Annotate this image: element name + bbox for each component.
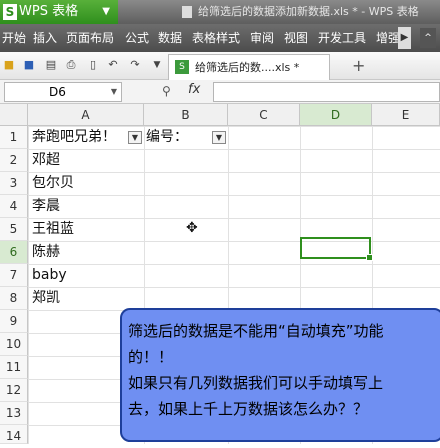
window-title: 给筛选后的数据添加新数据.xls * - WPS 表格 — [182, 0, 419, 24]
row-header[interactable]: 10 — [0, 333, 28, 356]
menu-scroll-right-icon[interactable]: ▶ — [398, 27, 411, 49]
cell-a6[interactable]: 陈赫 — [32, 241, 60, 264]
name-box-value: D6 — [49, 85, 66, 99]
document-icon — [182, 6, 192, 18]
row-header[interactable]: 9 — [0, 310, 28, 333]
menu-item-insert[interactable]: 插入 — [33, 24, 57, 52]
menu-item-enhance[interactable]: 增强 — [376, 24, 400, 52]
cell-a4[interactable]: 李晨 — [32, 195, 60, 218]
row-header[interactable]: 14 — [0, 425, 28, 444]
callout-line: 去，如果上千上万数据该怎么办？？ — [128, 400, 369, 418]
menu-item-formulas[interactable]: 公式 — [125, 24, 149, 52]
wps-logo-icon: S — [3, 4, 17, 20]
callout-line: 的！！ — [128, 348, 174, 366]
row-header[interactable]: 1 — [0, 126, 28, 149]
cell-a5[interactable]: 王祖蓝 — [32, 218, 74, 241]
cell-a1[interactable]: 奔跑吧兄弟！ — [32, 126, 116, 149]
row-header[interactable]: 3 — [0, 172, 28, 195]
filter-dropdown-icon[interactable]: ▼ — [128, 131, 142, 144]
row-header[interactable]: 7 — [0, 264, 28, 287]
more-icon[interactable]: ▼ — [150, 58, 164, 72]
row-header[interactable]: 12 — [0, 379, 28, 402]
row-header[interactable]: 11 — [0, 356, 28, 379]
app-name: WPS 表格 — [19, 4, 79, 19]
fill-handle[interactable] — [366, 254, 373, 261]
row-header[interactable]: 6 — [0, 241, 28, 264]
column-header-c[interactable]: C — [228, 104, 300, 126]
menu-item-data[interactable]: 数据 — [158, 24, 182, 52]
column-header-e[interactable]: E — [372, 104, 440, 126]
quick-access-toolbar: ■ ■ ▤ ⎙ ▯ ↶ ↷ ▼ S 给筛选后的数....xls * + — [0, 52, 440, 80]
row-header[interactable]: 2 — [0, 149, 28, 172]
name-box[interactable]: D6 ▼ — [4, 82, 122, 102]
new-tab-button[interactable]: + — [352, 56, 365, 75]
cell-a3[interactable]: 包尔贝 — [32, 172, 74, 195]
annotation-callout: 筛选后的数据是不能用“自动填充”功能 的！！ 如果只有几列数据我们可以手动填写上… — [120, 308, 440, 442]
app-menu-button[interactable]: S WPS 表格 ▼ — [0, 0, 118, 24]
row-header[interactable]: 5 — [0, 218, 28, 241]
title-bar: S WPS 表格 ▼ 给筛选后的数据添加新数据.xls * - WPS 表格 — [0, 0, 440, 24]
menu-item-home[interactable]: 开始 — [2, 24, 26, 52]
select-all-corner[interactable] — [0, 104, 28, 126]
cell-a2[interactable]: 邓超 — [32, 149, 60, 172]
formula-bar: D6 ▼ ⚲ fx — [0, 80, 440, 104]
collapse-ribbon-icon[interactable]: ^ — [420, 28, 436, 48]
cell-a8[interactable]: 郑凯 — [32, 287, 60, 310]
row-header[interactable]: 13 — [0, 402, 28, 425]
row-header[interactable]: 4 — [0, 195, 28, 218]
column-header-a[interactable]: A — [28, 104, 144, 126]
menu-item-developer[interactable]: 开发工具 — [318, 24, 366, 52]
redo-icon[interactable]: ↷ — [128, 58, 142, 72]
callout-line: 筛选后的数据是不能用“自动填充”功能 — [128, 322, 384, 340]
chevron-down-icon[interactable]: ▼ — [111, 83, 117, 101]
tab-document[interactable]: S 给筛选后的数....xls * — [168, 54, 330, 80]
menu-item-review[interactable]: 审阅 — [250, 24, 274, 52]
spreadsheet-file-icon: S — [175, 60, 189, 74]
open-folder-icon[interactable]: ■ — [2, 58, 16, 72]
formula-input[interactable] — [213, 82, 440, 102]
tab-document-label: 给筛选后的数....xls * — [195, 61, 300, 74]
callout-line: 如果只有几列数据我们可以手动填写上 — [128, 374, 384, 392]
menu-item-table-style[interactable]: 表格样式 — [192, 24, 240, 52]
column-header-b[interactable]: B — [144, 104, 228, 126]
cell-a7[interactable]: baby — [32, 264, 67, 287]
cell-cursor-icon: ✥ — [186, 220, 198, 236]
menu-item-page-layout[interactable]: 页面布局 — [66, 24, 114, 52]
column-header-d[interactable]: D — [300, 104, 372, 126]
print-preview-icon[interactable]: ▤ — [44, 58, 58, 72]
function-icon[interactable]: fx — [188, 82, 200, 97]
undo-icon[interactable]: ↶ — [106, 58, 120, 72]
print-icon[interactable]: ⎙ — [64, 58, 78, 72]
active-cell-d6[interactable] — [300, 237, 373, 261]
chevron-down-icon: ▼ — [102, 6, 110, 17]
save-icon[interactable]: ■ — [22, 58, 36, 72]
page-setup-icon[interactable]: ▯ — [86, 58, 100, 72]
menu-bar: 开始 插入 页面布局 公式 数据 表格样式 审阅 视图 开发工具 增强 — [0, 24, 440, 52]
cell-b1[interactable]: 编号： — [146, 126, 188, 149]
row-header[interactable]: 8 — [0, 287, 28, 310]
filter-dropdown-icon[interactable]: ▼ — [212, 131, 226, 144]
menu-item-view[interactable]: 视图 — [284, 24, 308, 52]
zoom-icon[interactable]: ⚲ — [162, 84, 171, 98]
